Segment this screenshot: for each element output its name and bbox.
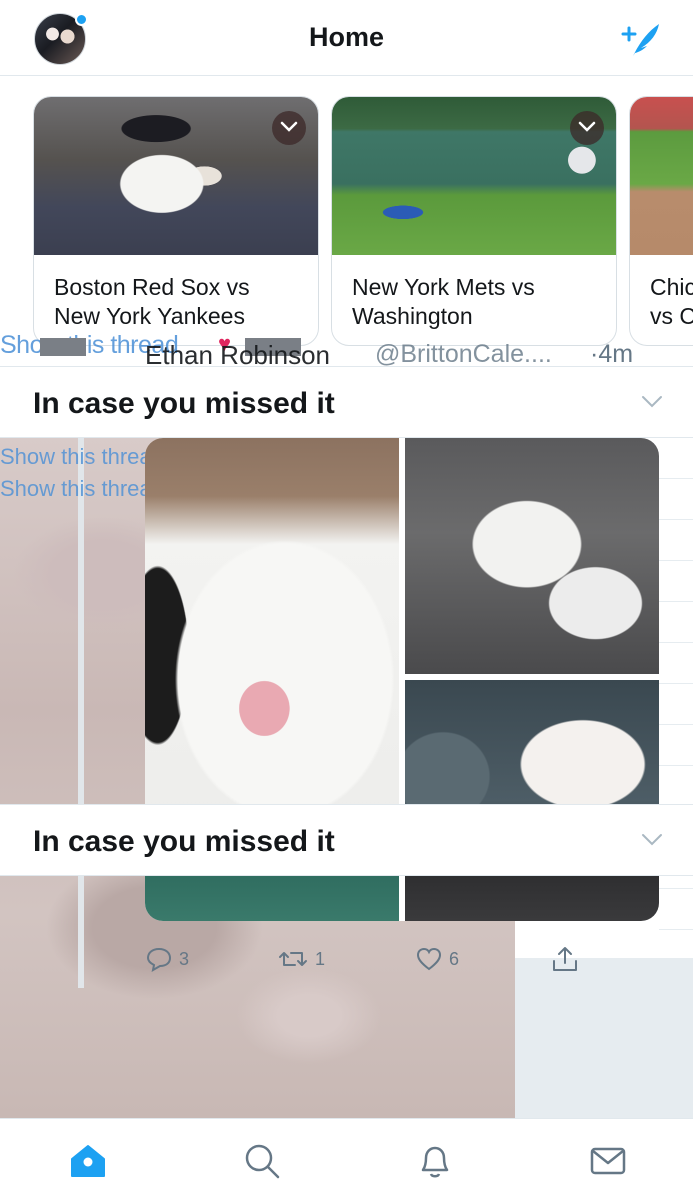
card-title: Chic vs C bbox=[650, 274, 693, 329]
search-icon[interactable] bbox=[242, 1141, 282, 1181]
reply-button[interactable]: 3 bbox=[145, 943, 189, 975]
cat-photo[interactable] bbox=[405, 680, 659, 921]
reply-icon bbox=[146, 947, 172, 972]
reply-count: 3 bbox=[179, 948, 190, 969]
like-button[interactable]: 6 bbox=[415, 943, 459, 975]
retweet-icon bbox=[279, 952, 307, 966]
share-button[interactable] bbox=[550, 943, 580, 975]
thread-connector-line bbox=[78, 438, 84, 988]
compose-tweet-icon[interactable] bbox=[619, 20, 663, 60]
heart-icon bbox=[416, 947, 442, 971]
like-count: 6 bbox=[449, 948, 460, 969]
event-card[interactable]: Boston Red Sox vs New York Yankees bbox=[33, 96, 319, 346]
section-title: In case you missed it bbox=[33, 387, 335, 420]
event-card[interactable]: Chic vs C bbox=[629, 96, 693, 346]
section-header: In case you missed it bbox=[0, 366, 693, 438]
retweet-button[interactable]: 1 bbox=[277, 943, 325, 975]
messages-icon[interactable] bbox=[588, 1141, 628, 1181]
show-thread-link: Show this thread bbox=[0, 444, 164, 469]
tweet-action-bar: 3 1 6 bbox=[145, 943, 585, 983]
bottom-tab-bar bbox=[0, 1118, 693, 1200]
event-card[interactable]: New York Mets vs Washington bbox=[331, 96, 617, 346]
card-title: New York Mets vs Washington bbox=[352, 274, 535, 329]
cat-photo[interactable] bbox=[405, 438, 659, 674]
notifications-icon[interactable] bbox=[415, 1141, 455, 1181]
chevron-down-icon[interactable] bbox=[570, 111, 604, 145]
card-image bbox=[630, 97, 693, 255]
section-header: In case you missed it bbox=[0, 804, 693, 876]
chevron-down-icon[interactable] bbox=[641, 833, 663, 852]
top-nav-bar: Home bbox=[0, 0, 693, 76]
timeline-dividers bbox=[659, 438, 693, 958]
home-icon[interactable] bbox=[68, 1141, 108, 1181]
chevron-down-icon[interactable] bbox=[272, 111, 306, 145]
trending-cards-carousel: Boston Red Sox vs New York Yankees New Y… bbox=[0, 76, 693, 346]
card-title: Boston Red Sox vs New York Yankees bbox=[54, 274, 250, 329]
chevron-down-icon[interactable] bbox=[641, 395, 663, 414]
retweet-count: 1 bbox=[315, 948, 326, 969]
page-title: Home bbox=[308, 22, 384, 52]
timeline-feed: Show this thread Show this thread 3 1 6 bbox=[0, 438, 693, 1118]
section-title: In case you missed it bbox=[33, 825, 335, 858]
share-icon bbox=[553, 947, 577, 971]
show-thread-link: Show this thread bbox=[0, 476, 164, 501]
